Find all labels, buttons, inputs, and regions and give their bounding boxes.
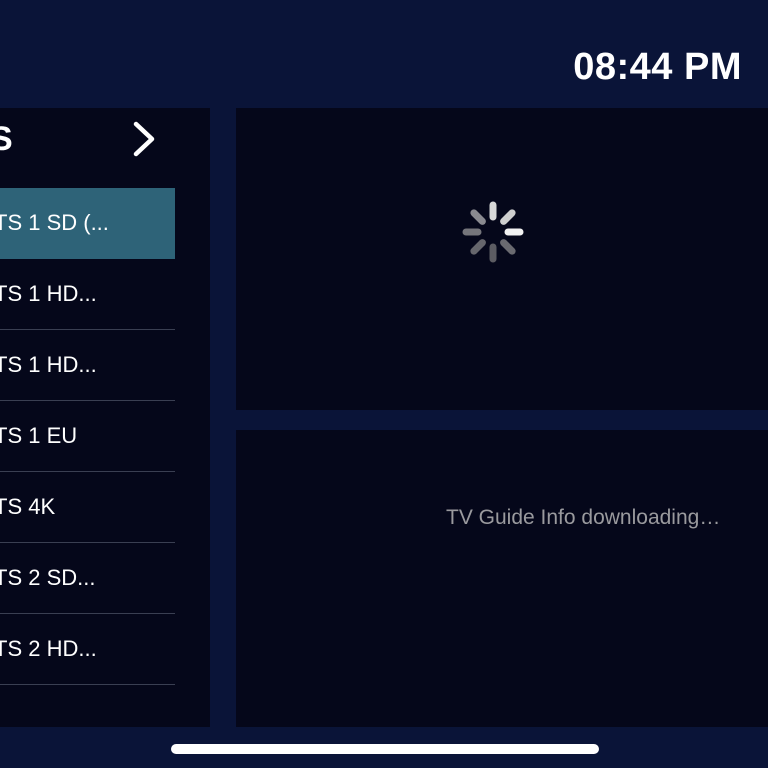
channel-item[interactable]: TS 2 SD... (0, 543, 175, 614)
channel-label: TS 1 HD... (0, 281, 97, 306)
tv-app-screen: 08:44 PM S TS 1 SD (... TS 1 HD... TS 1 … (0, 0, 768, 768)
channel-label: TS 2 SD... (0, 565, 96, 590)
channel-item[interactable]: TS 4K (0, 472, 175, 543)
category-title: S (0, 120, 13, 158)
channel-item[interactable]: TS 2 HD... (0, 614, 175, 685)
clock: 08:44 PM (573, 46, 742, 88)
channel-label: TS 4K (0, 494, 56, 519)
channel-label: TS 2 HD... (0, 636, 97, 661)
chevron-right-icon[interactable] (128, 120, 162, 158)
spinner-icon (462, 201, 524, 263)
channel-label: TS 1 HD... (0, 352, 97, 377)
channel-item[interactable]: TS 1 HD... (0, 259, 175, 330)
home-indicator[interactable] (171, 744, 599, 754)
channel-item[interactable]: TS 1 SD (... (0, 188, 175, 259)
channel-list: TS 1 SD (... TS 1 HD... TS 1 HD... TS 1 … (0, 188, 175, 685)
channel-label: TS 1 EU (0, 423, 78, 448)
channel-item[interactable]: TS 1 EU (0, 401, 175, 472)
tv-guide-panel: TV Guide Info downloading… (236, 430, 768, 727)
channel-item[interactable]: TS 1 HD... (0, 330, 175, 401)
guide-status-text: TV Guide Info downloading… (446, 506, 721, 529)
channel-sidebar: S TS 1 SD (... TS 1 HD... TS 1 HD... TS … (0, 108, 210, 727)
category-header: S (0, 108, 210, 170)
channel-label: TS 1 SD (... (0, 210, 109, 235)
